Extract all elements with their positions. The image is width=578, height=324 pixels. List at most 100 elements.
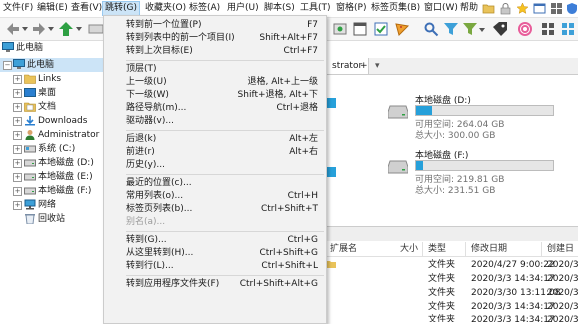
menu-item-label: 后退(k) [126,134,157,144]
tree-item-this-pc[interactable]: − 此电脑 [0,58,104,72]
column-created[interactable]: 创建日 [547,242,574,256]
up-arrow-icon[interactable] [58,21,74,37]
menu-item-goto-back[interactable]: 后退(k) Alt+左 [104,133,326,146]
drive-total-size: 总大小: 231.51 GB [415,186,496,196]
column-extension[interactable]: 扩展名 [330,242,357,256]
column-size[interactable]: 大小 [400,242,418,256]
menu-item-goto-previous-location[interactable]: 转到前一个位置(P) F7 [104,19,326,32]
chevron-down-icon[interactable] [479,28,485,32]
column-type[interactable]: 类型 [428,242,446,256]
downloads-folder-icon [25,116,35,126]
menu-item-goto-app-folder[interactable]: 转到应用程序文件夹(F) Ctrl+Shift+Alt+G [104,278,326,291]
shield-icon[interactable] [566,2,578,15]
column-modified[interactable]: 修改日期 [471,242,507,256]
expand-toggle[interactable]: + [13,201,22,210]
row-type: 文件夹 [428,274,456,284]
menu-item-recent-locations[interactable]: 最近的位置(c)... [104,177,326,190]
menu-item-label: 从这里转到(H)... [126,248,194,258]
tree-item-label: Administrator [38,130,100,140]
network-icon [24,199,36,210]
lock-icon[interactable] [499,2,512,15]
menu-item-label: 前进(r) [126,147,155,157]
menu-item-goto-top-level[interactable]: 顶层(T) [104,63,326,76]
filter-icon[interactable] [443,21,459,37]
chevron-down-icon[interactable] [48,27,54,31]
chevron-down-icon[interactable] [76,27,82,31]
star-icon[interactable] [516,2,529,15]
menu-item-frequent-list[interactable]: 常用列表(o)... Ctrl+H [104,190,326,203]
row-created: 2020/3/1 [547,288,578,298]
menu-item-drives[interactable]: 驱动器(v)... [104,115,326,128]
menu-item-goto-path[interactable]: 转到(G)... Ctrl+G [104,234,326,247]
expand-toggle[interactable]: + [13,75,22,84]
menu-item-tab-list[interactable]: 标签页列表(b)... Ctrl+Shift+T [104,203,326,216]
folder-icon[interactable] [482,2,495,15]
collapse-toggle[interactable]: − [3,61,12,70]
drive-tile-d[interactable]: 本地磁盘 (D:) 可用空间: 264.04 GB 总大小: 300.00 GB [388,93,578,141]
expand-toggle[interactable]: + [13,89,22,98]
checkbox-icon[interactable] [373,21,389,37]
menu-tags[interactable]: 标签(A) [187,2,222,15]
tag-icon[interactable] [492,21,508,37]
menu-item-history[interactable]: 历史(y)... [104,159,326,172]
menu-item-shortcut: Ctrl+Shift+Alt+G [239,279,318,289]
folder-icon [326,261,336,268]
expand-toggle[interactable]: + [13,131,22,140]
back-arrow-icon[interactable] [5,21,21,37]
menu-separator [126,130,324,131]
row-type: 文件夹 [428,288,456,298]
menu-item-goto-down-level[interactable]: 下一级(W) Shift+退格, Alt+下 [104,89,326,102]
menu-item-label: 路径导航(m)... [126,103,187,113]
drive-icon[interactable] [88,21,104,37]
menu-file[interactable]: 文件(F) [1,2,35,15]
grid-icon[interactable] [550,2,563,15]
address-bar[interactable]: 此电脑 [0,41,104,55]
window-icon[interactable] [533,2,546,15]
menu-user[interactable]: 用户(U) [225,2,261,15]
menu-favorites[interactable]: 收藏夹(O) [143,2,188,15]
menu-item-goto-line[interactable]: 转到行(L)... Ctrl+Shift+L [104,260,326,273]
menu-window[interactable]: 窗口(W) [422,2,460,15]
menu-item-path-navigation[interactable]: 路径导航(m)... Ctrl+退格 [104,102,326,115]
row-created: 2020/3/1 [547,315,578,322]
menu-item-goto-forward[interactable]: 前进(r) Alt+右 [104,146,326,159]
tab-menu-button[interactable]: ▾ [375,58,380,74]
menu-item-shortcut: Ctrl+Shift+L [261,261,318,271]
menu-item-goto-last-target[interactable]: 转到上次目标(E) Ctrl+F7 [104,45,326,58]
menu-tools[interactable]: 工具(T) [298,2,333,15]
grid-icon[interactable] [540,21,556,37]
menu-item-goto-previous-item[interactable]: 转到列表中的前一个项目(I) Shift+Alt+F7 [104,32,326,45]
drive-icon [24,159,36,167]
menu-help[interactable]: 帮助 [458,2,480,15]
search-icon[interactable] [423,21,439,37]
menu-tabsets[interactable]: 标签页集(B) [369,2,422,15]
pizza-icon[interactable] [394,21,410,37]
expand-toggle[interactable]: + [13,159,22,168]
drive-tile-f[interactable]: 本地磁盘 (F:) 可用空间: 219.81 GB 总大小: 231.51 GB [388,148,578,196]
spiral-icon[interactable] [517,21,533,37]
menu-item-goto-up-level[interactable]: 上一级(U) 退格, Alt+上一级 [104,76,326,89]
windows-drive-icon [24,145,36,153]
tree-item-label: 网络 [38,200,57,210]
menu-item-label: 上一级(U) [126,77,167,87]
expand-toggle[interactable]: + [13,173,22,182]
drive-icon [388,160,408,174]
expand-toggle[interactable]: + [13,145,22,154]
window-icon[interactable] [352,21,368,37]
menu-item-goto-from-here[interactable]: 从这里转到(H)... Ctrl+Shift+G [104,247,326,260]
settings-icon[interactable] [332,21,348,37]
expand-toggle[interactable]: + [13,117,22,126]
menu-edit[interactable]: 编辑(E) [35,2,70,15]
menu-scripts[interactable]: 脚本(S) [262,2,297,15]
menu-goto[interactable]: 跳转(G) [102,1,140,16]
chevron-down-icon[interactable] [22,27,28,31]
tree-item-label: Links [38,74,62,84]
filter-icon[interactable] [462,21,478,37]
add-tab-button[interactable]: + [360,58,368,74]
menu-view[interactable]: 查看(V) [69,2,104,15]
forward-arrow-icon[interactable] [31,21,47,37]
windows-icon[interactable] [560,21,576,37]
expand-toggle[interactable]: + [13,187,22,196]
menu-panes[interactable]: 窗格(P) [334,2,368,15]
expand-toggle[interactable]: + [13,103,22,112]
